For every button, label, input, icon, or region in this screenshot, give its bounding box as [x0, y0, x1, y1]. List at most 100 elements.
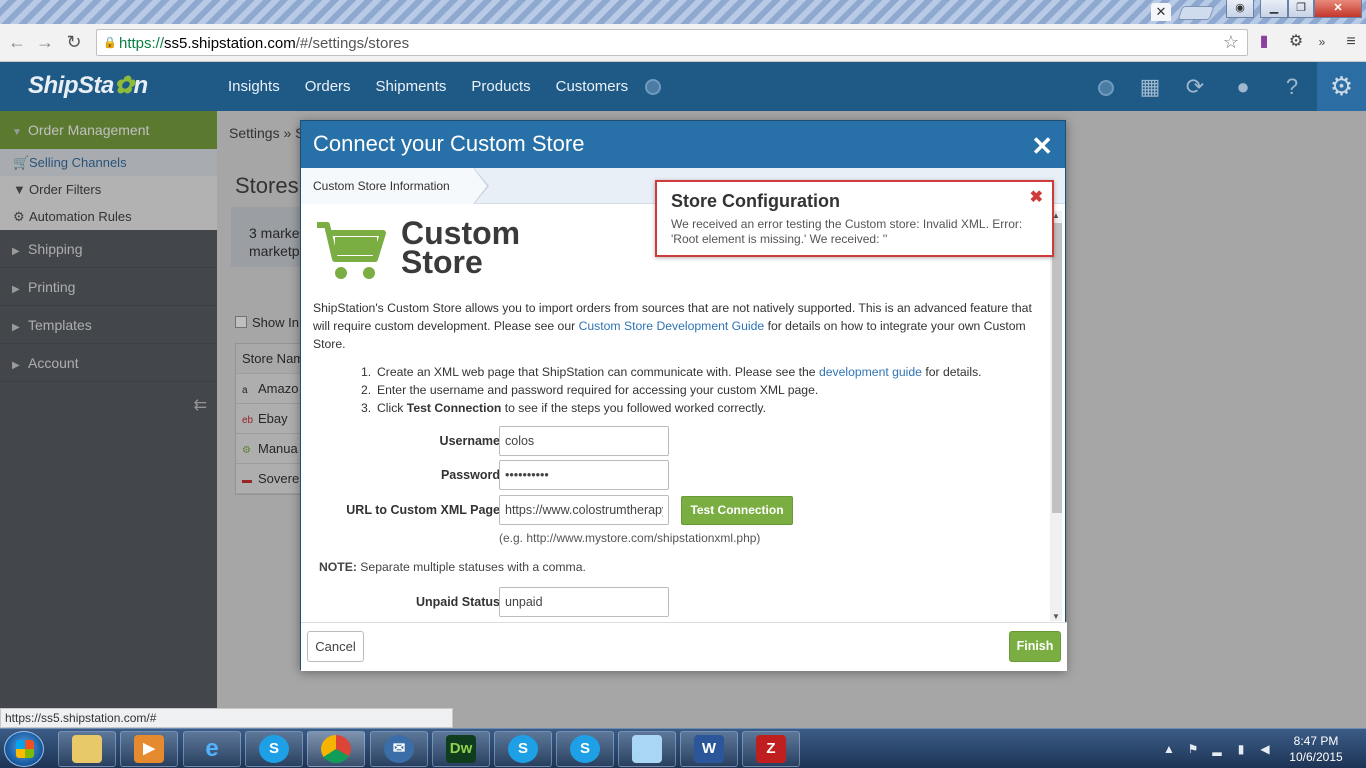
internet-explorer-icon: e — [205, 735, 219, 762]
taskbar-internet-explorer[interactable]: e — [183, 731, 241, 767]
battery-icon[interactable]: ▮ — [1233, 741, 1249, 757]
taskbar-skype[interactable]: S — [245, 731, 303, 767]
skype-icon: S — [508, 735, 538, 763]
unpaid-status-label: Unpaid Status — [415, 595, 500, 609]
thunderbird-icon: ✉ — [384, 735, 414, 763]
nav-customers[interactable]: Customers — [556, 78, 629, 95]
browser-tab[interactable] — [0, 0, 1150, 24]
show-hidden-icons[interactable]: ▲ — [1161, 741, 1177, 757]
back-icon[interactable]: ← — [6, 31, 28, 53]
development-guide-link[interactable]: development guide — [819, 365, 922, 379]
list-item: 2. Enter the username and password requir… — [361, 383, 819, 397]
tab-close-icon[interactable]: ✕ — [1151, 3, 1171, 21]
settings-gear-icon[interactable]: ⚙ — [1285, 31, 1307, 53]
custom-store-logo: Custom Store — [315, 215, 525, 287]
unpaid-status-field[interactable] — [499, 587, 669, 617]
clock-date: 10/6/2015 — [1289, 750, 1343, 764]
bookmark-star-icon[interactable]: ☆ — [1223, 32, 1239, 53]
url-text: https://ss5.shipstation.com/#/settings/s… — [119, 35, 410, 52]
store-configuration-error-toast: Store Configuration We received an error… — [655, 180, 1054, 257]
xml-url-field[interactable] — [499, 495, 669, 525]
minimize-button[interactable]: ▁ — [1260, 0, 1288, 18]
dev-guide-link[interactable]: Custom Store Development Guide — [579, 319, 765, 333]
taskbar-skype-3[interactable]: S — [556, 731, 614, 767]
nav-insights[interactable]: Insights — [228, 78, 280, 95]
word-icon: W — [694, 735, 724, 763]
network-signal-icon[interactable]: ▂ — [1209, 741, 1225, 757]
list-item: 1. Create an XML web page that ShipStatio… — [361, 365, 982, 379]
windows-taskbar: ▶ e S ✉ Dw S S W Z ▲ ⚑ ▂ ▮ ◀ 8:47 PM 10/… — [0, 728, 1366, 768]
notes-icon — [632, 735, 662, 763]
main-nav: Insights Orders Shipments Products Custo… — [228, 62, 662, 111]
modal-body: Custom Store ShipStation's Custom Store … — [301, 205, 1051, 622]
browser-status-bar: https://ss5.shipstation.com/# — [0, 708, 453, 728]
intro-text: ShipStation's Custom Store allows you to… — [313, 301, 1032, 351]
extension-icon[interactable]: ▮ — [1253, 31, 1275, 53]
username-field[interactable] — [499, 426, 669, 456]
toast-message: We received an error testing the Custom … — [671, 217, 1023, 246]
refresh-icon[interactable]: ⟳ — [1180, 72, 1210, 102]
password-label: Password — [440, 468, 500, 482]
nav-products[interactable]: Products — [471, 78, 530, 95]
url-label: URL to Custom XML Page — [346, 503, 500, 517]
scroll-down-icon[interactable]: ▼ — [1052, 612, 1060, 621]
user-avatar-icon[interactable]: ● — [1228, 72, 1258, 102]
app-header: ShipSta✿n Insights Orders Shipments Prod… — [0, 62, 1366, 111]
lock-icon: 🔒 — [103, 37, 117, 49]
new-tab-button[interactable] — [1177, 6, 1215, 20]
taskbar-explorer[interactable] — [58, 731, 116, 767]
wizard-step-custom-store-information[interactable]: Custom Store Information — [301, 168, 489, 204]
taskbar-skype-2[interactable]: S — [494, 731, 552, 767]
chrome-icon — [321, 735, 351, 763]
filezilla-icon: Z — [756, 735, 786, 763]
system-clock[interactable]: 8:47 PM 10/6/2015 — [1276, 733, 1356, 765]
window-close-button[interactable]: ✕ — [1314, 0, 1362, 18]
password-field[interactable] — [499, 460, 669, 490]
taskbar-chrome[interactable] — [307, 731, 365, 767]
browser-toolbar: ← → ↻ 🔒 https://ss5.shipstation.com/#/se… — [0, 24, 1366, 62]
app-settings-gear-icon[interactable]: ⚙ — [1317, 62, 1366, 111]
test-connection-button[interactable]: Test Connection — [681, 496, 793, 525]
taskbar-notes[interactable] — [618, 731, 676, 767]
address-bar[interactable]: 🔒 https://ss5.shipstation.com/#/settings… — [96, 29, 1248, 56]
taskbar-filezilla[interactable]: Z — [742, 731, 800, 767]
user-profile-icon[interactable]: ◉ — [1226, 0, 1254, 18]
volume-muted-icon[interactable]: ◀ — [1257, 741, 1273, 757]
help-icon[interactable]: ? — [1277, 72, 1307, 102]
taskbar-dreamweaver[interactable]: Dw — [432, 731, 490, 767]
action-center-flag-icon[interactable]: ⚑ — [1185, 741, 1201, 757]
modal-footer: Cancel Finish — [301, 622, 1067, 671]
folder-icon — [72, 735, 102, 763]
cancel-button[interactable]: Cancel — [307, 631, 364, 662]
username-label: Username — [439, 434, 500, 448]
reload-icon[interactable]: ↻ — [63, 31, 85, 53]
forward-icon[interactable]: → — [34, 31, 56, 53]
shipstation-logo[interactable]: ShipSta✿n — [28, 71, 148, 100]
toast-title: Store Configuration — [671, 191, 840, 211]
close-icon[interactable]: ✕ — [1031, 123, 1053, 169]
status-dot-icon[interactable] — [1091, 72, 1121, 102]
clock-time: 8:47 PM — [1293, 734, 1339, 748]
start-button[interactable] — [4, 731, 44, 767]
shopping-cart-icon — [317, 222, 386, 279]
scroll-thumb[interactable] — [1052, 223, 1062, 513]
custom-store-logo-text: Custom Store — [401, 215, 521, 280]
nav-orders[interactable]: Orders — [305, 78, 351, 95]
browser-menu-icon[interactable]: ≡ — [1340, 31, 1362, 53]
toast-close-icon[interactable]: ✖ — [1030, 187, 1043, 207]
skype-icon: S — [570, 735, 600, 763]
nav-status-dot-icon[interactable] — [645, 78, 662, 95]
modal-scrollbar[interactable]: ▲ ▼ — [1050, 211, 1062, 621]
finish-button[interactable]: Finish — [1009, 631, 1061, 662]
taskbar-media-player[interactable]: ▶ — [120, 731, 178, 767]
taskbar-thunderbird[interactable]: ✉ — [370, 731, 428, 767]
list-item: 3. Click Test Connection to see if the st… — [361, 401, 767, 415]
extensions-overflow-icon[interactable]: » — [1311, 31, 1333, 53]
maximize-button[interactable]: ❐ — [1288, 0, 1314, 18]
nav-shipments[interactable]: Shipments — [376, 78, 447, 95]
instructions-list: 1. Create an XML web page that ShipStatio… — [361, 363, 982, 417]
calculator-icon[interactable]: ▦ — [1135, 72, 1165, 102]
taskbar-word[interactable]: W — [680, 731, 738, 767]
windows-logo-icon — [16, 740, 34, 758]
browser-tabstrip: ✕ ◉ ▁ ❐ ✕ — [0, 0, 1366, 24]
